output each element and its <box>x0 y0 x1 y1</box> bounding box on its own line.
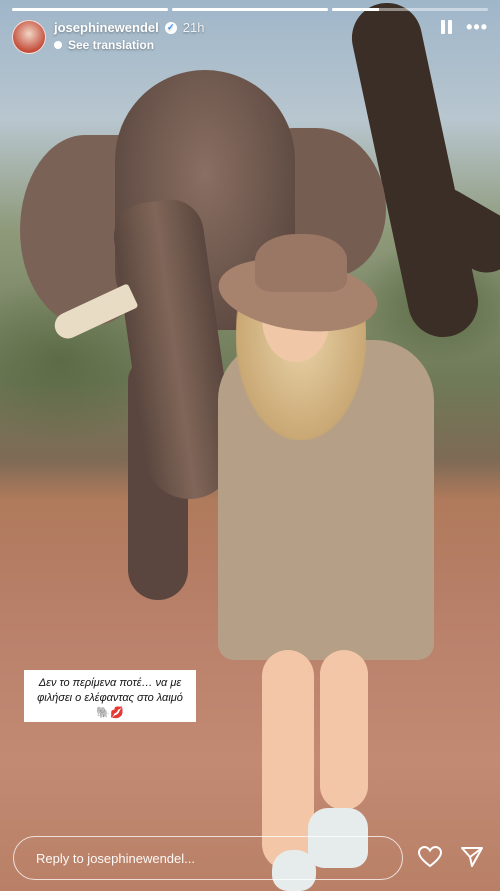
story-viewer[interactable]: josephinewendel ✓ 21h See translation ••… <box>0 0 500 891</box>
see-translation-button[interactable]: See translation <box>54 38 204 52</box>
caption-line-1: Δεν το περίμενα ποτέ… να με <box>38 677 182 689</box>
verified-badge-icon: ✓ <box>164 21 177 34</box>
more-options-icon[interactable]: ••• <box>466 18 488 36</box>
caption-text-sticker: Δεν το περίμενα ποτέ… να με φιλήσει ο ελ… <box>24 670 196 722</box>
progress-segment <box>332 8 488 11</box>
story-header: josephinewendel ✓ 21h See translation ••… <box>12 18 488 56</box>
avatar[interactable] <box>12 20 46 54</box>
pause-icon[interactable] <box>441 20 453 34</box>
heart-icon[interactable] <box>418 846 442 868</box>
progress-segment <box>172 8 328 11</box>
caption-emojis: 🐘💋 <box>96 707 124 719</box>
progress-segment <box>12 8 168 11</box>
reply-input[interactable] <box>34 849 402 867</box>
send-icon[interactable] <box>460 846 484 868</box>
translation-dot-icon <box>54 41 62 49</box>
story-actions <box>418 846 484 868</box>
see-translation-label: See translation <box>68 38 155 52</box>
username[interactable]: josephinewendel <box>54 20 159 35</box>
story-progress <box>12 8 488 11</box>
caption-line-2: φιλήσει ο ελέφαντας στο λαιμό <box>37 692 183 704</box>
reply-field[interactable] <box>13 836 403 880</box>
timestamp: 21h <box>182 20 205 35</box>
